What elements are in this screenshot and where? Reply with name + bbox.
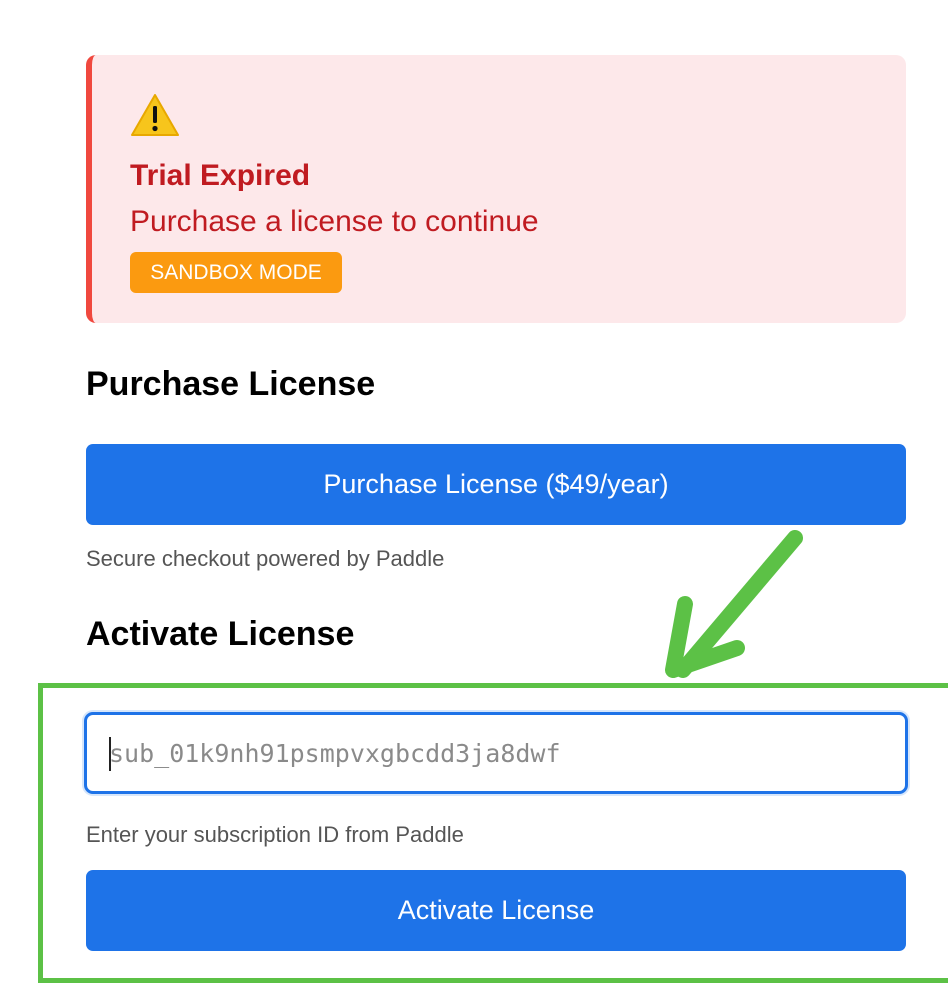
arrow-icon bbox=[665, 530, 803, 678]
subscription-id-input[interactable] bbox=[109, 715, 889, 791]
alert-title: Trial Expired bbox=[130, 159, 311, 192]
purchase-license-heading: Purchase License bbox=[86, 365, 376, 403]
sandbox-mode-badge: SANDBOX MODE bbox=[130, 252, 342, 293]
purchase-license-button[interactable]: Purchase License ($49/year) bbox=[86, 444, 906, 525]
text-caret bbox=[109, 737, 111, 771]
trial-expired-alert: Trial Expired Purchase a license to cont… bbox=[86, 55, 906, 323]
activate-license-button[interactable]: Activate License bbox=[86, 870, 906, 951]
subscription-help-text: Enter your subscription ID from Paddle bbox=[86, 822, 464, 847]
warning-icon bbox=[131, 94, 179, 136]
purchase-help-text: Secure checkout powered by Paddle bbox=[86, 546, 445, 571]
subscription-id-field[interactable] bbox=[84, 712, 908, 794]
alert-message: Purchase a license to continue bbox=[130, 205, 539, 238]
activate-license-heading: Activate License bbox=[86, 615, 355, 653]
